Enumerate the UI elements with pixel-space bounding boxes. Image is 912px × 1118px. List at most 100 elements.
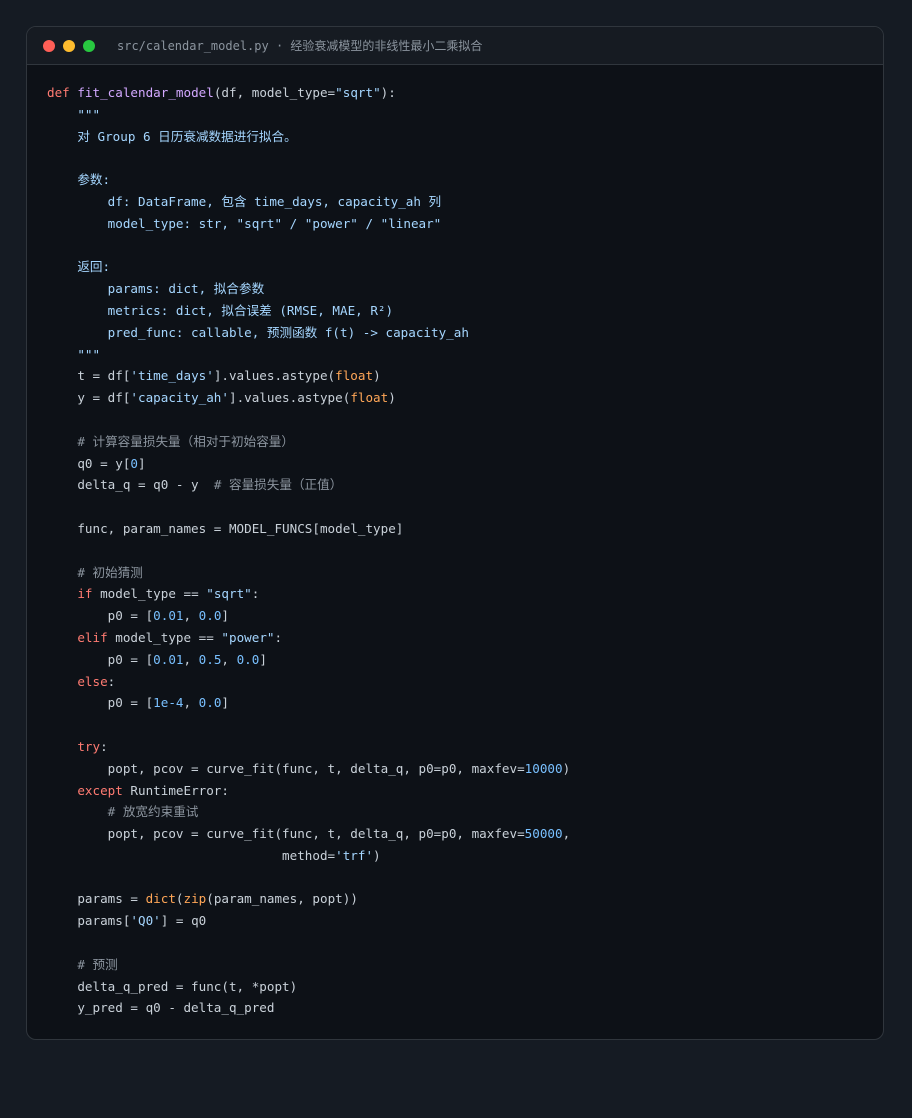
- code-token: y_pred = q0 - delta_q_pred: [47, 1000, 275, 1016]
- code-line: """: [47, 344, 570, 366]
- code-token: """: [47, 106, 101, 122]
- code-token: RuntimeError:: [130, 782, 229, 798]
- code-token: 10000: [524, 760, 563, 776]
- code-token: elif: [47, 629, 116, 645]
- code-line: # 计算容量损失量（相对于初始容量）: [47, 431, 570, 453]
- code-line: df: DataFrame, 包含 time_days, capacity_ah…: [47, 191, 570, 213]
- code-token: 50000: [524, 826, 563, 842]
- code-token: model_type ==: [115, 629, 222, 645]
- code-token: def: [47, 85, 78, 100]
- code-token: ].values.astype(: [228, 390, 351, 406]
- code-line: model_type: str, "sqrt" / "power" / "lin…: [47, 213, 570, 235]
- code-token: 'time_days': [130, 368, 214, 384]
- code-token: 参数:: [47, 172, 111, 188]
- code-line: p0 = [0.01, 0.5, 0.0]: [47, 649, 570, 671]
- code-line: t = df['time_days'].values.astype(float): [47, 365, 570, 387]
- code-token: # 容量损失量（正值）: [213, 477, 343, 493]
- code-line: # 预测: [47, 954, 570, 976]
- code-token: metrics: dict, 拟合误差 (RMSE, MAE, R²): [47, 302, 394, 318]
- code-token: ,: [562, 826, 571, 842]
- code-token: 'Q0': [130, 913, 161, 929]
- code-token: delta_q_pred = func(t, *popt): [47, 978, 298, 994]
- code-line: except RuntimeError:: [47, 780, 570, 802]
- code-token: 0.0: [236, 651, 260, 667]
- code-token: :: [251, 586, 260, 602]
- code-token: 0.5: [198, 651, 222, 667]
- code-token: (df, model_type=: [213, 85, 336, 100]
- close-window-button[interactable]: [43, 39, 55, 52]
- code-token: q0 = y[: [47, 455, 131, 471]
- code-line: # 放宽约束重试: [47, 801, 570, 823]
- code-line: popt, pcov = curve_fit(func, t, delta_q,…: [47, 758, 571, 780]
- window-title: src/calendar_model.py · 经验衰减模型的非线性最小二乘拟合: [117, 39, 483, 53]
- code-line: elif model_type == "power":: [47, 627, 570, 649]
- code-token: try: [47, 738, 101, 754]
- code-token: ]: [259, 651, 267, 667]
- code-token: p0 = [: [47, 695, 154, 711]
- code-token: p0 = [: [47, 651, 154, 667]
- code-token: pred_func: callable, 预测函数 f(t) -> capaci…: [47, 324, 469, 340]
- code-token: params =: [47, 891, 146, 907]
- code-token: 对 Group 6 日历衰减数据进行拟合。: [47, 128, 297, 144]
- code-token: df: DataFrame, 包含 time_days, capacity_ah…: [47, 193, 442, 209]
- code-token: (: [175, 891, 184, 907]
- maximize-window-button[interactable]: [83, 39, 95, 52]
- title-bar: src/calendar_model.py · 经验衰减模型的非线性最小二乘拟合: [27, 27, 883, 65]
- code-line: def fit_calendar_model(df, model_type="s…: [47, 82, 570, 104]
- code-token: ] = q0: [160, 913, 207, 929]
- code-editor[interactable]: def fit_calendar_model(df, model_type="s…: [47, 82, 570, 1019]
- code-token: # 放宽约束重试: [47, 804, 199, 820]
- code-token: 1e-4: [153, 695, 184, 711]
- editor-window: src/calendar_model.py · 经验衰减模型的非线性最小二乘拟合…: [26, 26, 884, 1040]
- code-token: float: [335, 368, 374, 384]
- code-token: "power": [221, 629, 275, 645]
- code-token: except: [47, 782, 131, 798]
- code-token: :: [100, 738, 108, 754]
- code-line: delta_q = q0 - y # 容量损失量（正值）: [47, 474, 570, 496]
- code-line: else:: [47, 671, 570, 693]
- code-token: ):: [380, 85, 396, 100]
- code-token: 0.0: [198, 608, 222, 624]
- code-line: """: [47, 104, 570, 126]
- code-line: func, param_names = MODEL_FUNCS[model_ty…: [47, 518, 570, 540]
- code-token: ,: [183, 608, 199, 624]
- code-token: p0 = [: [47, 608, 154, 624]
- code-token: 0.01: [153, 608, 184, 624]
- code-token: ): [373, 847, 381, 863]
- code-token: model_type ==: [100, 586, 207, 602]
- code-token: t = df[: [47, 368, 131, 384]
- code-token: # 计算容量损失量（相对于初始容量）: [47, 433, 294, 449]
- code-token: delta_q = q0 - y: [47, 477, 214, 493]
- code-token: params[: [47, 913, 131, 929]
- code-token: "sqrt": [335, 85, 381, 100]
- code-line: params = dict(zip(param_names, popt)): [47, 888, 570, 910]
- code-token: ,: [183, 695, 199, 711]
- code-line: try:: [47, 736, 570, 758]
- code-line: 对 Group 6 日历衰减数据进行拟合。: [47, 126, 570, 148]
- code-token: fit_calendar_model: [77, 85, 214, 100]
- minimize-window-button[interactable]: [63, 39, 75, 52]
- code-token: popt, pcov = curve_fit(func, t, delta_q,…: [47, 826, 525, 842]
- code-token: 0: [130, 455, 138, 471]
- code-token: # 初始猜测: [47, 564, 143, 580]
- code-token: ,: [221, 651, 237, 667]
- code-token: zip: [183, 891, 207, 907]
- code-token: ].values.astype(: [213, 368, 336, 384]
- code-line: metrics: dict, 拟合误差 (RMSE, MAE, R²): [47, 300, 570, 322]
- code-token: func, param_names = MODEL_FUNCS[model_ty…: [47, 520, 404, 536]
- code-token: """: [47, 346, 101, 362]
- code-token: (param_names, popt)): [206, 891, 358, 907]
- code-token: :: [274, 629, 283, 645]
- code-line: 返回:: [47, 256, 570, 278]
- code-token: "sqrt": [206, 586, 252, 602]
- code-token: ): [388, 390, 396, 406]
- code-token: ]: [221, 695, 230, 711]
- code-token: ): [562, 760, 571, 776]
- code-token: 0.0: [198, 695, 222, 711]
- code-token: # 预测: [47, 956, 118, 972]
- code-token: dict: [145, 891, 176, 907]
